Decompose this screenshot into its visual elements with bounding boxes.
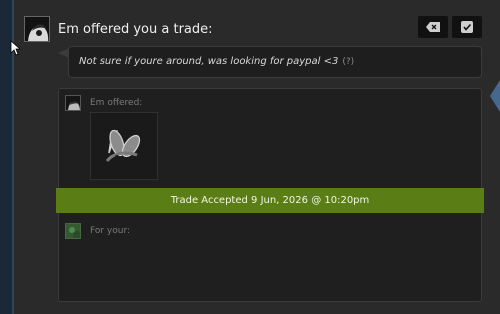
- message-text: Not sure if youre around, was looking fo…: [79, 56, 339, 67]
- checkbox-icon: [461, 21, 473, 33]
- help-link[interactable]: (?): [342, 57, 354, 67]
- offered-label: Em offered:: [90, 98, 143, 108]
- mouse-cursor-icon: [10, 40, 20, 56]
- offerer-avatar[interactable]: [65, 95, 81, 111]
- for-your-label: For your:: [90, 226, 131, 236]
- trade-status-text: Trade Accepted 9 Jun, 2026 @ 10:20pm: [170, 195, 370, 206]
- accept-button[interactable]: [452, 16, 482, 38]
- trade-status-banner: Trade Accepted 9 Jun, 2026 @ 10:20pm: [56, 188, 484, 213]
- rabbit-ears-headband-icon: [105, 129, 141, 162]
- page-title: Em offered you a trade:: [58, 22, 213, 37]
- your-avatar-icon: [66, 224, 80, 238]
- avatar[interactable]: [24, 16, 50, 42]
- avatar-image-icon: [25, 17, 49, 41]
- decline-tag-icon: [426, 22, 440, 32]
- offerer-avatar-icon: [68, 101, 80, 110]
- message-bubble: Not sure if youre around, was looking fo…: [68, 46, 482, 78]
- your-avatar[interactable]: [65, 223, 81, 239]
- offered-item-slot[interactable]: [90, 112, 158, 180]
- message-text-wrapper: Not sure if youre around, was looking fo…: [79, 56, 354, 67]
- right-arrow-indicator: [490, 80, 500, 112]
- decline-button[interactable]: [418, 16, 448, 38]
